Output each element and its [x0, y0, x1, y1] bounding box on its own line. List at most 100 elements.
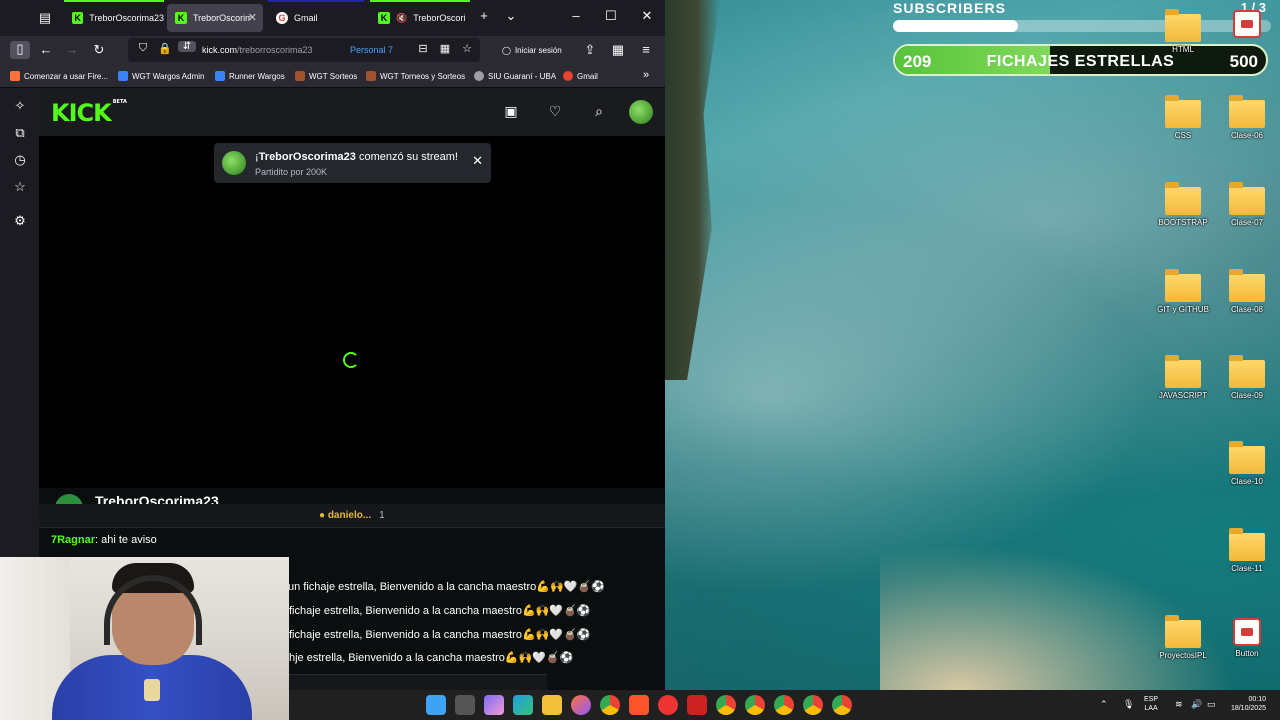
chat-text: un fichaje estrella, Bienvenido a la can… [288, 581, 605, 593]
firefox-icon[interactable] [571, 695, 591, 715]
kick-logo[interactable]: KICK BETA [51, 99, 127, 127]
list-tabs-icon[interactable]: ⌄ [501, 8, 521, 24]
settings-gear-icon[interactable]: ⚙ [11, 213, 29, 229]
desktop-icon-clase-07[interactable]: Clase-07 [1217, 182, 1277, 227]
microphone-icon[interactable]: 🎙 [1123, 699, 1134, 710]
desktop-icon-clase-08[interactable]: Clase-08 [1217, 269, 1277, 314]
url-path: /treborroscorima23 [237, 45, 313, 55]
tab-kick-1[interactable]: K TreborOscorima23 [64, 0, 164, 32]
menu-icon[interactable]: ≡ [637, 42, 655, 57]
reload-icon[interactable]: ↻ [90, 42, 108, 58]
bookmark-item[interactable]: WGT Wargos Admin [118, 71, 204, 81]
live-notification-toast[interactable]: ¡TreborOscorima23 comenzó su stream! Par… [214, 143, 491, 183]
url-text[interactable]: kick.com/treborroscorima23 [202, 45, 313, 55]
desktop-icon-css[interactable]: CSS [1153, 95, 1213, 140]
forward-icon[interactable]: → [63, 42, 81, 57]
desktop-icon-clase-11[interactable]: Clase-11 [1217, 528, 1277, 573]
app-red-icon[interactable] [687, 695, 707, 715]
tab-gmail[interactable]: G Gmail [268, 0, 364, 32]
desktop-icon-html[interactable]: HTML [1153, 9, 1213, 54]
muted-speaker-icon[interactable]: 🔇 [396, 13, 407, 24]
shield-icon[interactable]: ⛉ [134, 42, 152, 55]
grid-icon[interactable]: ▦ [436, 42, 454, 55]
tab-kick-active[interactable]: K TreborOscorima23 ✕ [167, 4, 263, 32]
close-tab-icon[interactable]: ✕ [248, 11, 257, 24]
toast-subtitle: Partidito por 200K [255, 167, 328, 177]
wgt-icon [215, 71, 225, 81]
back-icon[interactable]: ← [37, 42, 55, 57]
tab-kick-muted[interactable]: K 🔇 TreborOscorima23 [370, 0, 470, 32]
bookmarks-bar: Comenzar a usar Fire... WGT Wargos Admin… [0, 64, 665, 88]
desktop-icon-clase-09[interactable]: Clase-09 [1217, 355, 1277, 400]
synced-tabs-icon[interactable]: ⧉ [11, 125, 29, 141]
search-icon[interactable]: ⌕ [590, 103, 608, 120]
download-page-icon[interactable]: ⊟ [414, 42, 432, 55]
user-avatar[interactable] [629, 100, 653, 124]
language-indicator[interactable]: ESP LAA [1144, 695, 1158, 713]
tab-overview-icon[interactable]: ▤ [36, 10, 54, 26]
permissions-icon[interactable]: ⇵ [178, 41, 196, 52]
sidebar-toggle-icon[interactable]: ▯ [10, 41, 30, 59]
maximize-icon[interactable]: ☐ [601, 8, 621, 24]
task-view-icon[interactable] [455, 695, 475, 715]
system-clock[interactable]: 00:10 18/10/2025 [1231, 695, 1266, 713]
desktop-icon-bootstrap[interactable]: BOOTSTRAP [1153, 182, 1213, 227]
desktop-icon-proyectos[interactable]: ProyectosIPL [1153, 615, 1213, 660]
bookmark-item[interactable]: Runner Wargos [215, 71, 285, 81]
video-player[interactable] [39, 136, 665, 488]
battery-icon[interactable]: ▭ [1207, 699, 1216, 710]
close-icon[interactable]: ✕ [472, 153, 483, 169]
bookmark-item[interactable]: Comenzar a usar Fire... [10, 71, 108, 81]
chrome-profile-icon[interactable] [745, 695, 765, 715]
chevron-up-icon[interactable]: ⌃ [1100, 699, 1108, 710]
anvil-icon [295, 71, 305, 81]
desktop-icon-app[interactable] [1217, 10, 1277, 41]
following-icon[interactable]: ▣ [502, 103, 520, 120]
chrome-profile-icon[interactable] [774, 695, 794, 715]
chrome-icon[interactable] [600, 695, 620, 715]
desktop-icon-javascript[interactable]: JAVASCRIPT [1153, 355, 1213, 400]
share-icon[interactable]: ⇪ [581, 42, 599, 58]
chat-input[interactable] [289, 674, 547, 690]
minimize-icon[interactable]: – [566, 8, 586, 23]
bookmark-item[interactable]: Gmail [563, 71, 598, 81]
signin-button[interactable]: ◯ Iniciar sesión [502, 41, 562, 59]
desktop-icon-label: ProyectosIPL [1159, 651, 1207, 660]
ai-chat-icon[interactable]: ✧ [11, 98, 29, 114]
desktop-icon-button[interactable]: Button [1217, 618, 1277, 658]
history-icon[interactable]: ◷ [11, 152, 29, 168]
new-tab-icon[interactable]: + [474, 8, 494, 23]
pinned-message-bar[interactable]: ● danielo... 1 [39, 504, 665, 528]
folder-icon [1229, 269, 1265, 302]
wifi-icon[interactable]: ≋ [1175, 699, 1183, 710]
bookmark-item[interactable]: SIU Guaraní - UBA [474, 71, 556, 81]
chat-username[interactable]: 7Ragnar [51, 534, 95, 546]
desktop-icon-label: Clase-09 [1230, 391, 1263, 400]
file-explorer-icon[interactable] [542, 695, 562, 715]
copilot-icon[interactable] [484, 695, 504, 715]
chrome-profile-icon[interactable] [832, 695, 852, 715]
lock-icon[interactable]: 🔒 [156, 42, 174, 55]
desktop-icon-clase-06[interactable]: Clase-06 [1217, 95, 1277, 140]
obs-icon[interactable] [658, 695, 678, 715]
chrome-profile-icon[interactable] [803, 695, 823, 715]
brave-icon[interactable] [629, 695, 649, 715]
url-bar[interactable]: ⛉ 🔒 ⇵ kick.com/treborroscorima23 Persona… [128, 38, 480, 62]
desktop-icon-git[interactable]: GIT y GITHUB [1153, 269, 1213, 314]
bookmark-star-icon[interactable]: ☆ [458, 42, 476, 55]
bookmark-item[interactable]: WGT Sorteos [295, 71, 357, 81]
desktop-icon-label: JAVASCRIPT [1158, 391, 1208, 400]
chrome-profile-icon[interactable] [716, 695, 736, 715]
close-window-icon[interactable]: ✕ [637, 8, 657, 24]
speaker-icon[interactable]: 🔊 [1191, 699, 1202, 710]
bookmark-item[interactable]: WGT Torneos y Sorteos [366, 71, 465, 81]
chat-text: hje estrella, Bienvenido a la cancha mae… [289, 652, 574, 664]
heart-icon[interactable]: ♡ [546, 103, 564, 120]
bookmarks-icon[interactable]: ☆ [11, 179, 29, 195]
extensions-icon[interactable]: ▦ [609, 42, 627, 58]
desktop-icon-clase-10[interactable]: Clase-10 [1217, 441, 1277, 486]
container-label[interactable]: Personal 7 [350, 45, 393, 55]
edge-icon[interactable] [513, 695, 533, 715]
more-bookmarks-icon[interactable]: » [643, 69, 649, 81]
start-icon[interactable] [426, 695, 446, 715]
